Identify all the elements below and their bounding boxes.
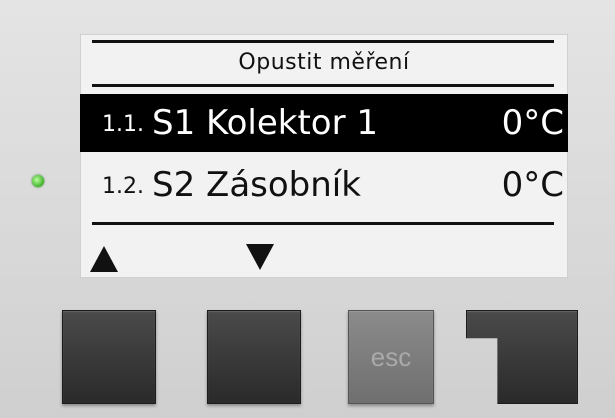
sensor-name: S2 Zásobník: [152, 165, 361, 205]
row-index: 1.1.: [102, 112, 144, 137]
sensor-value: 0°C: [501, 103, 564, 143]
controller-panel: Opustit měření 1.1. S1 Kolektor 1 0°C 1.…: [0, 0, 615, 418]
list-item-s1[interactable]: 1.1. S1 Kolektor 1 0°C: [80, 94, 568, 152]
bottom-divider: [92, 222, 554, 225]
title-divider: [92, 84, 554, 87]
arrow-down-icon: [246, 244, 274, 270]
arrow-up-icon: [90, 246, 118, 272]
menu-title: Opustit měření: [238, 50, 410, 75]
up-button[interactable]: [62, 310, 156, 404]
top-divider: [92, 40, 554, 43]
down-button[interactable]: [207, 310, 301, 404]
row-index: 1.2.: [102, 174, 144, 199]
lcd-screen: Opustit měření 1.1. S1 Kolektor 1 0°C 1.…: [80, 34, 568, 278]
sensor-name: S1 Kolektor 1: [152, 103, 379, 143]
list-item-s2[interactable]: 1.2. S2 Zásobník 0°C: [80, 156, 568, 214]
ok-button[interactable]: [466, 310, 578, 404]
status-led-icon: [32, 175, 44, 187]
sensor-value: 0°C: [501, 165, 564, 205]
esc-button[interactable]: esc: [348, 310, 434, 404]
